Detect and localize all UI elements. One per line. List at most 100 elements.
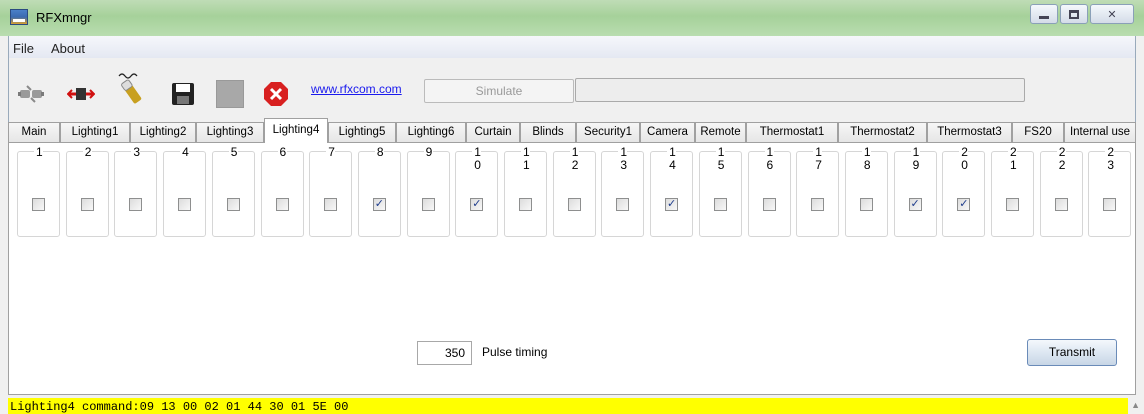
bit-label-text: 11	[521, 145, 530, 172]
bit-checkbox[interactable]	[1054, 198, 1068, 211]
bit-group-15: 15	[698, 146, 742, 237]
maximize-icon	[1069, 9, 1079, 19]
stop-icon[interactable]	[216, 80, 244, 108]
scroll-up-icon[interactable]: ▲	[1131, 400, 1140, 410]
bit-checkbox[interactable]: ✓	[908, 198, 922, 211]
website-link[interactable]: www.rfxcom.com	[311, 82, 402, 96]
tab-lighting5[interactable]: Lighting5	[328, 122, 396, 142]
bit-label: 6	[262, 146, 303, 159]
tab-lighting6[interactable]: Lighting6	[396, 122, 466, 142]
pulse-timing-input[interactable]: 350	[417, 341, 472, 365]
bit-checkbox[interactable]	[275, 198, 289, 211]
tab-internal-use[interactable]: Internal use	[1064, 122, 1136, 142]
minimize-button[interactable]	[1030, 4, 1058, 24]
bit-label: 14	[651, 146, 692, 172]
bit-label-text: 9	[423, 145, 433, 159]
transmit-button[interactable]: Transmit	[1027, 339, 1117, 366]
bit-group-10: 10 ✓	[455, 146, 499, 237]
bit-checkbox[interactable]: ✓	[470, 198, 484, 211]
menu-file[interactable]: File	[13, 41, 34, 56]
menu-about[interactable]: About	[51, 41, 85, 56]
tab-thermostat1[interactable]: Thermostat1	[746, 122, 838, 142]
bit-group-22: 22	[1039, 146, 1083, 237]
bit-checkbox[interactable]	[421, 198, 435, 211]
tab-remote[interactable]: Remote	[695, 122, 746, 142]
bit-label-text: 5	[228, 145, 238, 159]
check-icon: ✓	[959, 198, 969, 210]
bit-group-11: 11	[504, 146, 547, 237]
bit-label-text: 14	[667, 145, 677, 172]
tab-blinds[interactable]: Blinds	[520, 122, 576, 142]
bit-label-text: 6	[277, 145, 287, 159]
bit-checkbox[interactable]	[762, 198, 776, 211]
tab-main[interactable]: Main	[8, 122, 60, 142]
bit-label: 7	[310, 146, 351, 159]
bit-group-12: 12	[552, 146, 596, 237]
bit-group-7: 7	[309, 146, 353, 237]
connect-plug-icon[interactable]	[17, 80, 45, 108]
window-controls: ✕	[1028, 4, 1134, 24]
bit-checkbox[interactable]	[616, 198, 630, 211]
lighting4-panel: 1 2 3 4 5 6 7 8 ✓ 9 10 ✓ 11 12 13 14 ✓ 15 16 17 18 19 ✓ 20 ✓ 21 22…	[8, 142, 1136, 395]
bit-checkbox[interactable]	[859, 198, 873, 211]
sniffer-wand-icon[interactable]	[115, 70, 149, 108]
bit-checkbox[interactable]	[1103, 198, 1117, 211]
bit-label: 20	[943, 146, 984, 172]
maximize-button[interactable]	[1060, 4, 1088, 24]
bit-checkbox[interactable]	[32, 198, 45, 211]
tab-security1[interactable]: Security1	[576, 122, 640, 142]
tab-lighting4[interactable]: Lighting4	[264, 118, 328, 143]
tab-camera[interactable]: Camera	[640, 122, 695, 142]
tab-fs20[interactable]: FS20	[1012, 122, 1064, 142]
bit-label-text: 18	[861, 145, 871, 172]
tab-lighting3[interactable]: Lighting3	[196, 122, 264, 142]
bit-label: 4	[164, 146, 205, 159]
bit-checkbox[interactable]	[567, 198, 581, 211]
bit-group-5: 5	[211, 146, 255, 237]
bit-checkbox[interactable]	[129, 198, 143, 211]
bit-checkbox[interactable]	[324, 198, 338, 211]
window-title: RFXmngr	[36, 10, 92, 25]
bit-label: 9	[408, 146, 449, 159]
close-button[interactable]: ✕	[1090, 4, 1134, 24]
bit-label-text: 13	[618, 145, 628, 172]
save-icon[interactable]	[169, 80, 197, 108]
bit-checkbox[interactable]: ✓	[372, 198, 386, 211]
bit-label-text: 4	[180, 145, 190, 159]
bit-label: 1	[18, 146, 59, 159]
tab-lighting2[interactable]: Lighting2	[130, 122, 196, 142]
bit-checkbox[interactable]: ✓	[665, 198, 679, 211]
bit-group-2: 2	[65, 146, 109, 237]
bit-group-6: 6	[260, 146, 304, 237]
log-output: Lighting4 command:09 13 00 02 01 44 30 0…	[8, 398, 1128, 414]
bit-checkbox[interactable]	[80, 198, 94, 211]
tab-lighting1[interactable]: Lighting1	[60, 122, 130, 142]
menu-bar: File About	[8, 36, 1136, 58]
bit-checkbox[interactable]	[1006, 198, 1019, 211]
bit-checkbox[interactable]	[178, 198, 192, 211]
bit-checkbox[interactable]	[811, 198, 825, 211]
exit-icon[interactable]	[262, 80, 290, 108]
bit-checkbox[interactable]: ✓	[957, 198, 971, 211]
bit-group-17: 17	[796, 146, 840, 237]
bit-label: 13	[602, 146, 643, 172]
simulate-button[interactable]: Simulate	[424, 79, 574, 103]
bit-group-8: 8 ✓	[357, 146, 401, 237]
bit-checkbox[interactable]	[226, 198, 240, 211]
bit-label: 3	[115, 146, 156, 159]
check-icon: ✓	[910, 198, 920, 210]
bit-label: 11	[505, 146, 546, 172]
bit-checkbox[interactable]	[519, 198, 532, 211]
tab-thermostat3[interactable]: Thermostat3	[927, 122, 1012, 142]
tab-curtain[interactable]: Curtain	[466, 122, 520, 142]
bit-label-text: 10	[472, 145, 482, 172]
bit-checkbox[interactable]	[713, 198, 727, 211]
bit-label: 22	[1041, 146, 1082, 172]
bit-label: 19	[895, 146, 936, 172]
disconnect-icon[interactable]	[67, 80, 95, 108]
bit-group-20: 20 ✓	[942, 146, 986, 237]
tab-strip: Main Lighting1 Lighting2 Lighting3 Lighting4…	[8, 118, 1136, 143]
bit-label: 12	[554, 146, 595, 172]
toolbar: www.rfxcom.com Simulate	[8, 58, 1136, 124]
tab-thermostat2[interactable]: Thermostat2	[838, 122, 927, 142]
